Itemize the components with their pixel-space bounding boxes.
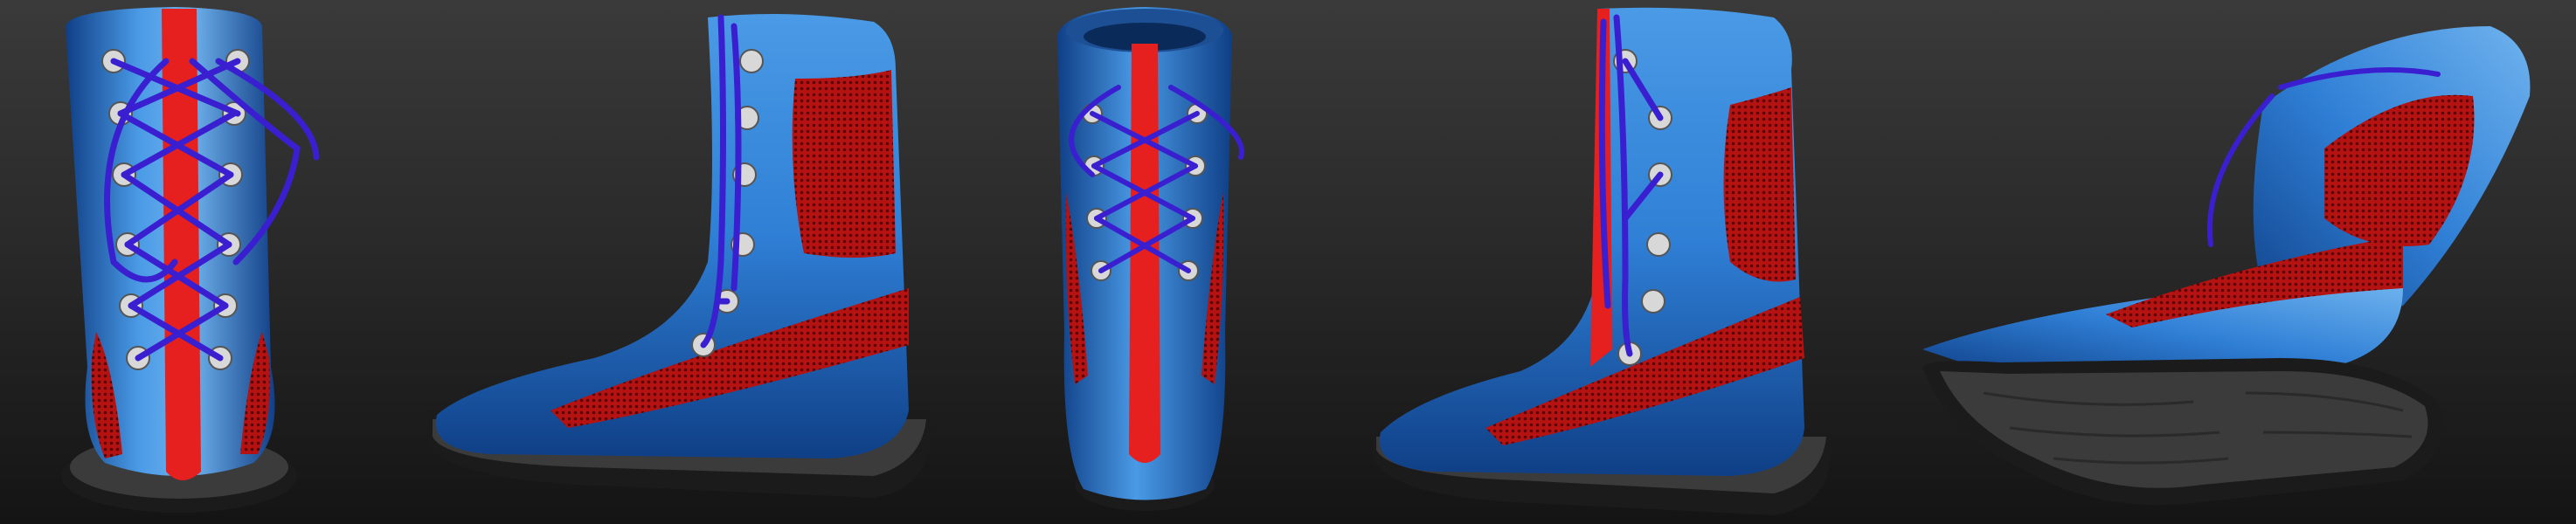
boot-side-right-view — [1363, 0, 1852, 524]
boot-front-view — [35, 0, 350, 524]
boot-front-top-illustration — [1057, 7, 1244, 511]
boot-sole-tilted-view — [1914, 0, 2560, 524]
boot-side-right-illustration — [1372, 7, 1831, 515]
boot-front-illustration — [61, 7, 320, 513]
boot-side-left-illustration — [428, 14, 931, 498]
render-canvas — [0, 0, 2576, 524]
boot-sole-tilted-illustration — [1922, 26, 2531, 506]
boot-front-top-view — [1031, 0, 1258, 524]
boot-side-left-view — [419, 0, 961, 524]
